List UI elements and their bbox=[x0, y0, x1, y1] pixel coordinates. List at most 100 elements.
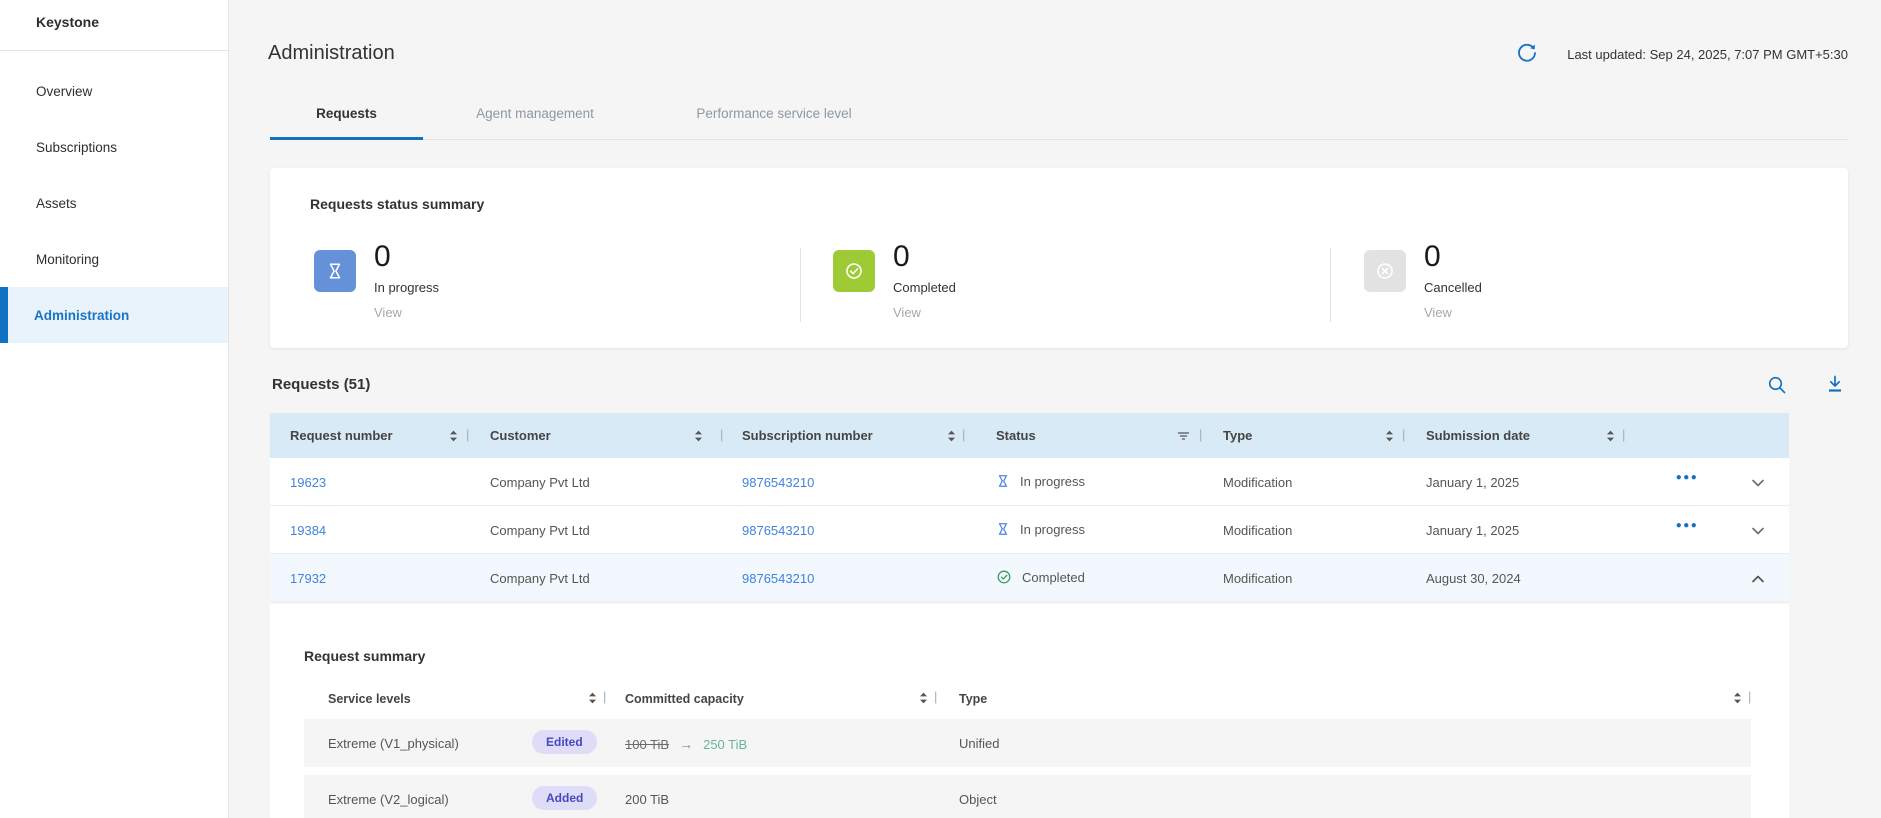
chevron-up-icon[interactable] bbox=[1748, 569, 1768, 589]
active-tab-indicator bbox=[270, 137, 423, 140]
sidebar-item-assets[interactable]: Assets bbox=[0, 175, 228, 231]
hourglass-icon bbox=[996, 473, 1010, 489]
status-badge: Edited bbox=[532, 730, 597, 754]
customer-cell: Company Pvt Ltd bbox=[490, 523, 590, 538]
sort-icon[interactable] bbox=[1605, 429, 1616, 443]
page-title: Administration bbox=[268, 42, 395, 65]
table-row: 19384 Company Pvt Ltd 9876543210 In prog… bbox=[270, 506, 1789, 554]
column-separator: | bbox=[962, 427, 965, 442]
sort-icon[interactable] bbox=[946, 429, 957, 443]
sidebar-item-label: Assets bbox=[36, 196, 77, 211]
status-cell: Completed bbox=[996, 569, 1085, 585]
sidebar-divider bbox=[0, 50, 229, 51]
last-updated-text: Last updated: Sep 24, 2025, 7:07 PM GMT+… bbox=[1567, 47, 1848, 62]
sidebar-item-monitoring[interactable]: Monitoring bbox=[0, 231, 228, 287]
column-separator: | bbox=[1748, 689, 1751, 704]
sort-icon[interactable] bbox=[1384, 429, 1395, 443]
subscription-number-link[interactable]: 9876543210 bbox=[742, 571, 814, 586]
status-text: Completed bbox=[1022, 570, 1085, 585]
column-separator: | bbox=[1622, 427, 1625, 442]
column-separator: | bbox=[1402, 427, 1405, 442]
refresh-icon[interactable] bbox=[1516, 42, 1538, 64]
sidebar-item-overview[interactable]: Overview bbox=[0, 63, 228, 119]
sidebar-item-label: Administration bbox=[34, 308, 129, 323]
column-header-subscription-number: Subscription number bbox=[742, 428, 873, 443]
tile-divider bbox=[800, 248, 801, 322]
chevron-down-icon[interactable] bbox=[1748, 521, 1768, 541]
subscription-number-link[interactable]: 9876543210 bbox=[742, 475, 814, 490]
sidebar-item-label: Subscriptions bbox=[36, 140, 117, 155]
service-level-cell: Extreme (V2_logical) bbox=[328, 792, 449, 807]
filter-icon[interactable] bbox=[1177, 429, 1190, 443]
tab-requests[interactable]: Requests bbox=[270, 106, 423, 136]
status-text: In progress bbox=[1020, 474, 1085, 489]
in-progress-label: In progress bbox=[374, 280, 439, 295]
chevron-down-icon[interactable] bbox=[1748, 473, 1768, 493]
column-header-customer: Customer bbox=[490, 428, 551, 443]
type-cell: Object bbox=[959, 792, 997, 807]
in-progress-view-link[interactable]: View bbox=[374, 305, 402, 320]
tab-agent-management[interactable]: Agent management bbox=[440, 106, 630, 136]
column-header-status: Status bbox=[996, 428, 1036, 443]
column-separator: | bbox=[934, 689, 937, 704]
submission-date-cell: January 1, 2025 bbox=[1426, 523, 1519, 538]
service-level-cell: Extreme (V1_physical) bbox=[328, 736, 459, 751]
hourglass-icon bbox=[996, 521, 1010, 537]
status-cell: In progress bbox=[996, 473, 1085, 489]
sort-icon[interactable] bbox=[587, 691, 598, 705]
status-cell: In progress bbox=[996, 521, 1085, 537]
request-number-link[interactable]: 17932 bbox=[290, 571, 326, 586]
download-icon[interactable] bbox=[1824, 373, 1846, 395]
column-header-type: Type bbox=[1223, 428, 1252, 443]
committed-capacity-cell: 200 TiB bbox=[625, 792, 669, 807]
cancelled-icon bbox=[1364, 250, 1406, 292]
request-number-link[interactable]: 19384 bbox=[290, 523, 326, 538]
column-separator: | bbox=[720, 427, 723, 442]
column-header-type: Type bbox=[959, 692, 987, 706]
sidebar: Keystone Overview Subscriptions Assets M… bbox=[0, 0, 229, 818]
sort-icon[interactable] bbox=[693, 429, 704, 443]
request-summary-title: Request summary bbox=[304, 648, 425, 664]
request-number-link[interactable]: 19623 bbox=[290, 475, 326, 490]
tile-divider bbox=[1330, 248, 1331, 322]
brand-title: Keystone bbox=[36, 14, 99, 30]
arrow-right-icon: → bbox=[679, 736, 693, 752]
service-level-row: Extreme (V2_logical) Added 200 TiB Objec… bbox=[304, 775, 1751, 818]
completed-view-link[interactable]: View bbox=[893, 305, 921, 320]
submission-date-cell: August 30, 2024 bbox=[1426, 571, 1521, 586]
cancelled-count: 0 bbox=[1424, 240, 1441, 274]
cancelled-view-link[interactable]: View bbox=[1424, 305, 1452, 320]
completed-count: 0 bbox=[893, 240, 910, 274]
requests-table-header: Request number | Customer | Subscription… bbox=[270, 413, 1789, 458]
old-capacity: 100 TiB bbox=[625, 737, 669, 752]
column-header-committed-capacity: Committed capacity bbox=[625, 692, 744, 706]
sidebar-item-subscriptions[interactable]: Subscriptions bbox=[0, 119, 228, 175]
in-progress-count: 0 bbox=[374, 240, 391, 274]
table-row-expanded: 17932 Company Pvt Ltd 9876543210 Complet… bbox=[270, 554, 1789, 602]
new-capacity: 250 TiB bbox=[703, 737, 747, 752]
tabs-divider bbox=[270, 139, 1848, 140]
search-icon[interactable] bbox=[1766, 374, 1788, 396]
completed-label: Completed bbox=[893, 280, 956, 295]
completed-icon bbox=[996, 569, 1012, 585]
service-level-row: Extreme (V1_physical) Edited 100 TiB → 250… bbox=[304, 719, 1751, 767]
sort-icon[interactable] bbox=[448, 429, 459, 443]
more-actions-icon[interactable]: ●●● bbox=[1672, 520, 1702, 540]
subscription-number-link[interactable]: 9876543210 bbox=[742, 523, 814, 538]
column-header-request-number: Request number bbox=[290, 428, 393, 443]
sidebar-item-administration[interactable]: Administration bbox=[0, 287, 228, 343]
tab-performance-service-level[interactable]: Performance service level bbox=[660, 106, 888, 136]
sort-icon[interactable] bbox=[918, 691, 929, 705]
more-actions-icon[interactable]: ●●● bbox=[1672, 472, 1702, 492]
requests-table: Request number | Customer | Subscription… bbox=[270, 413, 1789, 602]
requests-list-title: Requests (51) bbox=[272, 376, 370, 393]
column-header-service-levels: Service levels bbox=[328, 692, 411, 706]
card-title: Requests status summary bbox=[310, 196, 484, 212]
type-cell: Modification bbox=[1223, 523, 1292, 538]
committed-capacity-cell: 100 TiB → 250 TiB bbox=[625, 736, 747, 752]
customer-cell: Company Pvt Ltd bbox=[490, 475, 590, 490]
sort-icon[interactable] bbox=[1732, 691, 1743, 705]
requests-status-summary-card: Requests status summary 0 In progress Vi… bbox=[270, 168, 1848, 348]
type-cell: Unified bbox=[959, 736, 999, 751]
column-separator: | bbox=[466, 427, 469, 442]
